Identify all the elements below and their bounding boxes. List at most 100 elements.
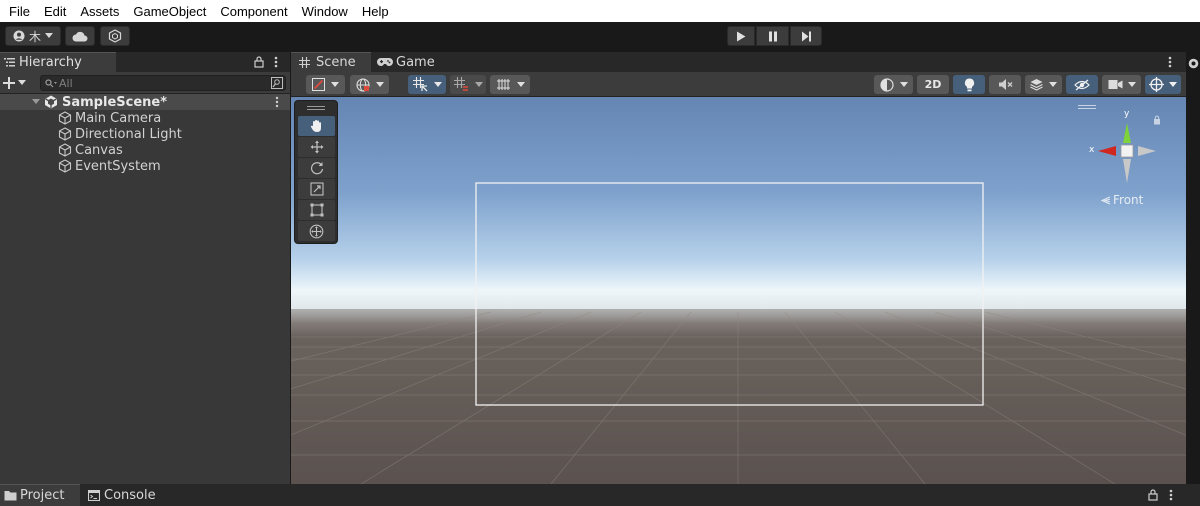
scene-view-canvas (291, 97, 1186, 484)
tab-game[interactable]: Game (377, 52, 447, 72)
search-icon (45, 79, 57, 88)
tab-scene[interactable]: Scene (291, 52, 371, 72)
orientation-gizmo[interactable]: y x Front (1078, 101, 1161, 211)
play-button[interactable] (727, 26, 755, 46)
inspector-icon[interactable] (1188, 58, 1199, 69)
chevron-down-icon (1127, 81, 1136, 87)
rect-transform-icon (310, 203, 323, 217)
menu-gameobject[interactable]: GameObject (128, 4, 211, 19)
chevron-down-icon (899, 81, 908, 87)
add-object-dropdown[interactable] (3, 75, 31, 91)
hierarchy-list: SampleScene* Main Camera Directional Lig… (0, 94, 290, 484)
more-options-icon[interactable] (1169, 489, 1173, 501)
menu-window[interactable]: Window (297, 4, 353, 19)
search-filter-icon[interactable] (271, 77, 283, 89)
account-dropdown[interactable]: 木 (5, 26, 61, 46)
scene-panel: Scene Game 2D y x Front (291, 52, 1186, 484)
more-options-icon[interactable] (274, 56, 278, 68)
menu-edit[interactable]: Edit (39, 4, 71, 19)
chevron-down-icon (18, 80, 26, 85)
project-tab-label: Project (20, 488, 65, 503)
list-item[interactable]: EventSystem (0, 158, 290, 174)
gizmo-crosshair-icon (1149, 77, 1164, 92)
folder-icon (4, 491, 17, 501)
cloud-button[interactable] (65, 26, 95, 46)
lock-icon[interactable] (1148, 489, 1158, 501)
grid-visibility-dropdown[interactable] (490, 75, 530, 94)
gameobject-cube-icon (58, 159, 72, 173)
hand-tool-button[interactable] (298, 116, 335, 136)
grid-plane-icon (496, 79, 510, 90)
scene-toolbar: 2D (291, 72, 1186, 97)
more-options-icon[interactable] (1168, 56, 1172, 68)
scene-camera-dropdown[interactable] (1102, 75, 1141, 94)
grid-snap-icon (412, 77, 427, 92)
scene-row[interactable]: SampleScene* (0, 94, 290, 110)
gameobject-cube-icon (58, 111, 72, 125)
chevron-down-icon (433, 81, 442, 87)
increment-snap-dropdown[interactable] (450, 75, 486, 94)
tool-palette (294, 100, 338, 244)
gameobject-cube-icon (58, 143, 72, 157)
account-icon (13, 30, 25, 42)
lock-icon[interactable] (254, 56, 264, 68)
move-tool-button[interactable] (298, 137, 335, 157)
object-label: Main Camera (75, 110, 162, 126)
list-item[interactable]: Main Camera (0, 110, 290, 126)
palette-grip[interactable] (307, 106, 325, 110)
scene-more-icon[interactable] (275, 96, 279, 108)
hierarchy-tab-label: Hierarchy (19, 55, 82, 70)
object-label: EventSystem (75, 158, 161, 174)
menu-component[interactable]: Component (215, 4, 292, 19)
tab-hierarchy[interactable]: Hierarchy (0, 52, 116, 72)
camera-icon (1108, 80, 1122, 89)
scene-viewport[interactable]: y x Front (291, 97, 1186, 484)
scale-tool-button[interactable] (298, 179, 335, 199)
mode-2d-toggle[interactable]: 2D (917, 75, 949, 94)
collab-button[interactable] (100, 26, 130, 46)
transform-tool-button[interactable] (298, 221, 335, 241)
move-arrows-icon (310, 140, 323, 154)
globe-icon (355, 77, 370, 92)
gizmo-view-label-wrap[interactable]: Front (1101, 193, 1143, 207)
expand-arrow-icon[interactable] (32, 99, 40, 105)
account-label: 木 (28, 29, 41, 44)
console-icon (88, 489, 100, 501)
console-tab-label: Console (104, 487, 156, 503)
hierarchy-search-input[interactable]: All (40, 75, 286, 91)
gizmo-grip[interactable] (1078, 105, 1096, 109)
global-local-dropdown[interactable] (350, 75, 389, 94)
chevron-down-icon (331, 81, 339, 87)
menu-assets[interactable]: Assets (75, 4, 124, 19)
list-item[interactable]: Canvas (0, 142, 290, 158)
play-icon (737, 31, 746, 41)
mode-2d-label: 2D (924, 78, 942, 91)
gizmos-dropdown[interactable] (1145, 75, 1181, 94)
grid-snap-toggle[interactable] (408, 75, 446, 94)
lighting-toggle[interactable] (953, 75, 985, 94)
shading-mode-icon (312, 78, 325, 91)
scale-icon (309, 182, 324, 196)
menu-file[interactable]: File (4, 4, 35, 19)
step-button[interactable] (790, 26, 822, 46)
menu-help[interactable]: Help (357, 4, 394, 19)
pause-button[interactable] (756, 26, 789, 46)
list-item[interactable]: Directional Light (0, 126, 290, 142)
tab-project[interactable]: Project (0, 484, 80, 506)
chevron-down-icon (474, 81, 483, 87)
render-mode-dropdown[interactable] (874, 75, 913, 94)
object-label: Directional Light (75, 126, 182, 142)
scene-visibility-toggle[interactable] (1066, 75, 1098, 94)
tab-console[interactable]: Console (88, 484, 168, 506)
rotate-tool-button[interactable] (298, 158, 335, 178)
chevron-down-icon (375, 81, 384, 87)
effects-dropdown[interactable] (1025, 75, 1062, 94)
gamepad-icon (377, 58, 393, 66)
shaded-sphere-icon (879, 77, 894, 92)
audio-mute-icon (998, 79, 1012, 90)
chevron-down-icon (1049, 81, 1057, 87)
rect-tool-button[interactable] (298, 200, 335, 220)
search-placeholder: All (59, 77, 73, 90)
audio-toggle[interactable] (989, 75, 1021, 94)
draw-mode-dropdown[interactable] (306, 75, 345, 94)
